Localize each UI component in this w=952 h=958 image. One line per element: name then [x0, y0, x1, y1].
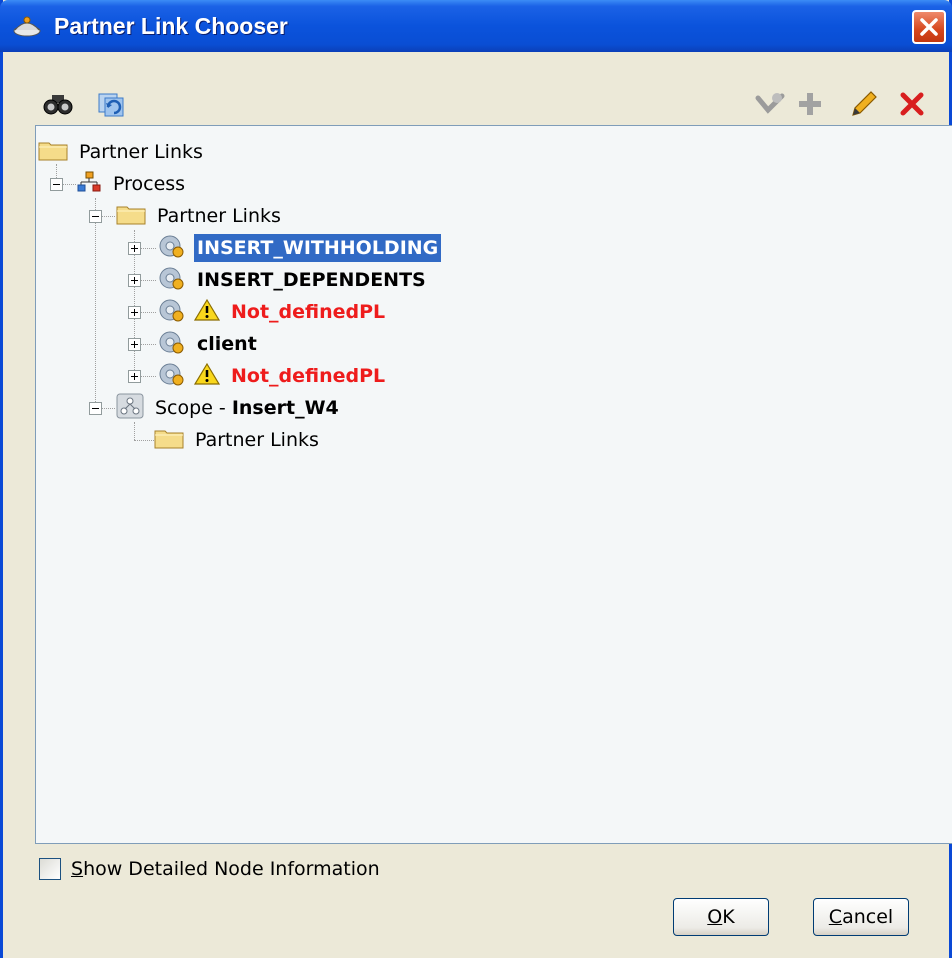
- folder-icon: [154, 427, 184, 454]
- tree-line: [140, 312, 156, 313]
- tree-node-partner-links[interactable]: Partner Links: [116, 201, 284, 231]
- tree-item-label: client: [197, 333, 257, 355]
- tree-node-label: Partner Links: [79, 141, 203, 163]
- expand-item-toggle[interactable]: [128, 306, 141, 319]
- tree-node-scope[interactable]: Scope - Insert_W4: [116, 393, 342, 423]
- close-button[interactable]: [912, 10, 946, 44]
- scope-icon: [116, 393, 144, 424]
- button-text: K: [722, 906, 735, 928]
- tree-node-label: Partner Links: [195, 429, 319, 451]
- tree-item-not-defined-pl[interactable]: Not_definedPL: [156, 361, 388, 391]
- view-icon[interactable]: [755, 90, 785, 122]
- partner-link-gear-icon: [156, 265, 186, 296]
- add-icon[interactable]: [797, 91, 823, 121]
- title-bar[interactable]: Partner Link Chooser: [0, 0, 952, 52]
- expand-item-toggle[interactable]: [128, 274, 141, 287]
- tree-item-insert-dependents[interactable]: INSERT_DEPENDENTS: [156, 265, 429, 295]
- expand-item-toggle[interactable]: [128, 370, 141, 383]
- tree-line: [95, 198, 96, 408]
- tree-line: [140, 280, 156, 281]
- app-icon: [12, 12, 42, 40]
- scope-prefix: Scope -: [155, 397, 232, 419]
- tree-line: [62, 184, 76, 185]
- expand-item-toggle[interactable]: [128, 242, 141, 255]
- refresh-icon[interactable]: [95, 90, 127, 122]
- tree-line: [134, 422, 135, 440]
- window-title: Partner Link Chooser: [54, 13, 288, 39]
- tree-item-label: Not_definedPL: [231, 301, 386, 323]
- tree-line: [101, 216, 115, 217]
- tree-item-label: INSERT_WITHHOLDING: [194, 234, 442, 262]
- ok-button[interactable]: OK: [673, 898, 769, 936]
- tree-node-scope-partner-links[interactable]: Partner Links: [154, 425, 322, 455]
- cancel-button[interactable]: Cancel: [813, 898, 909, 936]
- tree-line: [101, 408, 115, 409]
- close-icon: [920, 18, 938, 36]
- process-icon: [76, 170, 102, 199]
- collapse-scope-toggle[interactable]: [89, 402, 102, 415]
- tree-item-not-defined-pl[interactable]: Not_definedPL: [156, 297, 388, 327]
- tree-item-client[interactable]: client: [156, 329, 260, 359]
- tree-item-label: Not_definedPL: [231, 365, 386, 387]
- tree-node-label: Scope - Insert_W4: [152, 394, 342, 422]
- tree-line: [134, 440, 154, 441]
- tree-node-root[interactable]: Partner Links: [38, 137, 206, 167]
- button-text: ancel: [842, 906, 894, 928]
- partner-link-gear-icon: [156, 297, 186, 328]
- tree-line: [140, 248, 156, 249]
- show-details-label[interactable]: Show Detailed Node Information: [71, 854, 380, 884]
- collapse-partner-links-toggle[interactable]: [89, 210, 102, 223]
- scope-name: Insert_W4: [231, 397, 339, 419]
- partner-link-gear-icon: [156, 329, 186, 360]
- search-icon[interactable]: [43, 92, 73, 120]
- partner-link-gear-icon: [156, 361, 186, 392]
- tree-line: [140, 376, 156, 377]
- warning-icon: [193, 362, 221, 391]
- mnemonic: O: [707, 906, 723, 928]
- tree-node-label: Partner Links: [157, 205, 281, 227]
- delete-icon[interactable]: [899, 91, 925, 121]
- tree-node-label: Process: [113, 173, 186, 195]
- tree-item-insert-withholding[interactable]: INSERT_WITHHOLDING: [156, 233, 442, 264]
- partner-link-gear-icon: [156, 233, 186, 264]
- mnemonic: C: [828, 906, 843, 928]
- partner-link-tree[interactable]: Partner Links Process Partner Links INSE…: [35, 125, 952, 844]
- warning-icon: [193, 298, 221, 327]
- partner-link-chooser-dialog: Partner Link Chooser Partner Links Proce…: [0, 0, 952, 958]
- tree-line: [140, 344, 156, 345]
- label-text: how Detailed Node Information: [83, 858, 380, 880]
- edit-icon[interactable]: [849, 89, 879, 123]
- expand-item-toggle[interactable]: [128, 338, 141, 351]
- folder-icon: [38, 139, 68, 166]
- tree-node-process[interactable]: Process: [76, 169, 188, 199]
- tree-item-label: INSERT_DEPENDENTS: [197, 269, 426, 291]
- folder-icon: [116, 203, 146, 230]
- show-details-checkbox[interactable]: [39, 858, 61, 880]
- mnemonic: S: [71, 858, 84, 880]
- collapse-process-toggle[interactable]: [50, 178, 63, 191]
